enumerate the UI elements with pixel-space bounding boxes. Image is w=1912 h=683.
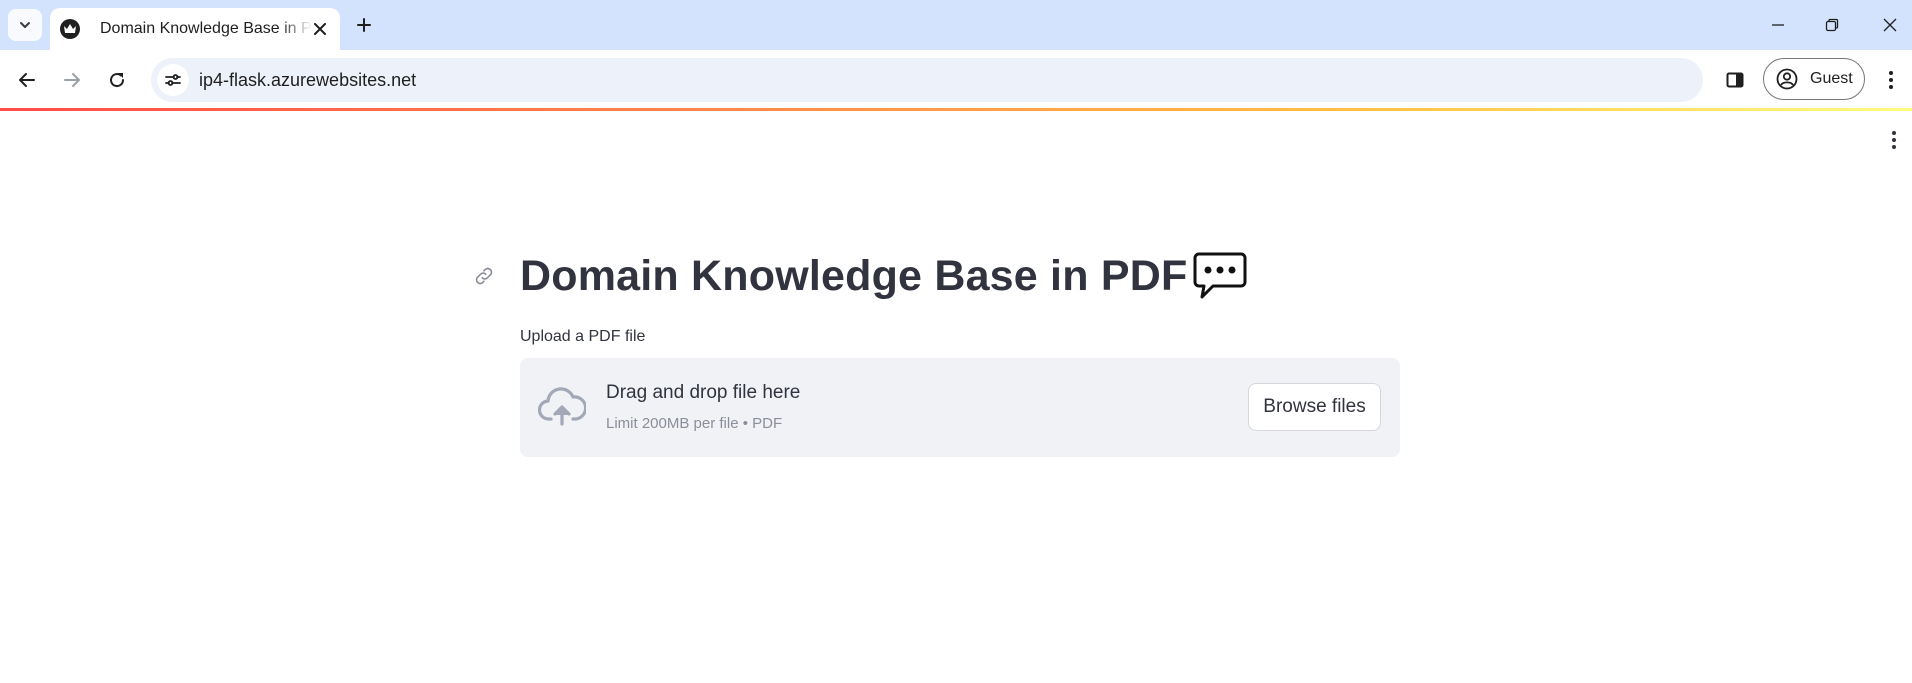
tune-icon <box>165 74 181 86</box>
file-dropzone[interactable]: Drag and drop file here Limit 200MB per … <box>520 358 1400 457</box>
more-vertical-icon <box>1892 131 1896 149</box>
app-header-decoration <box>0 108 1912 111</box>
speech-balloon-icon <box>1193 251 1247 301</box>
reload-button[interactable] <box>100 63 134 97</box>
plus-icon <box>357 18 371 32</box>
side-panel-icon <box>1726 72 1744 88</box>
browser-toolbar: ip4-flask.azurewebsites.net Guest <box>0 50 1912 108</box>
dropzone-instructions: Drag and drop file here <box>606 382 801 403</box>
app-main-menu-button[interactable] <box>1880 127 1908 153</box>
tab-strip: Domain Knowledge Base in PDF <box>0 0 1912 50</box>
browse-files-button[interactable]: Browse files <box>1248 383 1381 431</box>
page-title-text: Domain Knowledge Base in PDF <box>520 252 1188 300</box>
file-uploader-label: Upload a PDF file <box>520 328 646 345</box>
profile-button[interactable]: Guest <box>1763 58 1865 100</box>
arrow-right-icon <box>64 73 80 87</box>
tab-title: Domain Knowledge Base in PDF <box>100 20 312 37</box>
restore-button[interactable] <box>1804 0 1860 50</box>
address-bar[interactable]: ip4-flask.azurewebsites.net <box>151 58 1703 102</box>
profile-label: Guest <box>1810 70 1853 87</box>
cloud-upload-icon <box>537 386 588 428</box>
tab-close-button[interactable] <box>310 19 330 39</box>
close-icon <box>1883 18 1897 32</box>
browser-tab[interactable]: Domain Knowledge Base in PDF <box>50 8 340 50</box>
account-circle-icon <box>1776 68 1798 90</box>
browser-menu-button[interactable] <box>1876 63 1906 97</box>
tab-search-button[interactable] <box>8 9 42 41</box>
close-icon <box>314 23 326 35</box>
page-title: Domain Knowledge Base in PDF <box>520 248 1247 304</box>
restore-icon <box>1825 18 1839 32</box>
more-vertical-icon <box>1889 71 1893 89</box>
back-button[interactable] <box>10 63 44 97</box>
side-panel-button[interactable] <box>1718 63 1752 97</box>
link-icon <box>475 267 493 285</box>
forward-button[interactable] <box>55 63 89 97</box>
title-anchor-link[interactable] <box>472 264 496 288</box>
minimize-button[interactable] <box>1750 0 1806 50</box>
dropzone-limit-text: Limit 200MB per file • PDF <box>606 415 783 432</box>
chevron-down-icon <box>20 22 30 28</box>
site-info-button[interactable] <box>157 64 189 96</box>
close-window-button[interactable] <box>1862 0 1912 50</box>
arrow-left-icon <box>19 73 35 87</box>
reload-icon <box>110 73 125 88</box>
new-tab-button[interactable] <box>348 9 380 41</box>
streamlit-crown-icon <box>60 19 80 39</box>
minimize-icon <box>1772 24 1784 26</box>
url-text: ip4-flask.azurewebsites.net <box>199 69 417 90</box>
